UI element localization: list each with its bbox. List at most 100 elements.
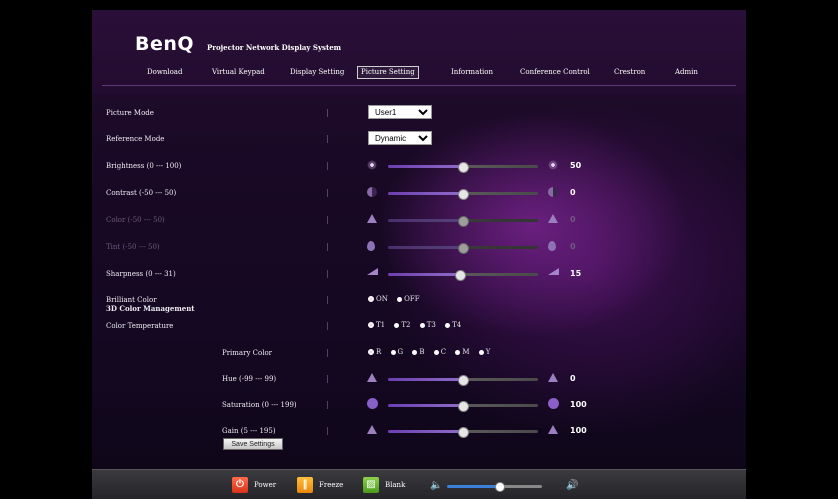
contrast-slider-thumb[interactable] — [458, 189, 469, 200]
column-divider — [327, 349, 328, 357]
brilliant-color-off-radio[interactable]: OFF — [397, 295, 420, 303]
sharpness-low-icon — [367, 268, 378, 275]
brightness-slider-thumb[interactable] — [458, 162, 469, 173]
sharpness-slider[interactable] — [388, 270, 538, 281]
nav-virtual-keypad[interactable]: Virtual Keypad — [212, 68, 265, 76]
primary-color-m-radio[interactable]: M — [455, 348, 470, 356]
volume-slider[interactable] — [447, 482, 542, 492]
gain-high-icon — [548, 425, 558, 434]
contrast-label: Contrast (-50 --- 50) — [106, 189, 177, 197]
brightness-slider[interactable] — [388, 162, 538, 173]
radio-icon — [433, 349, 439, 355]
tint-low-icon — [367, 241, 375, 251]
volume-down-icon[interactable]: 🔈 — [430, 480, 442, 491]
saturation-row: Saturation (0 --- 199) 100 — [92, 398, 746, 417]
color-temperature-row: Color Temperature T1 T2 T3 T4 — [92, 321, 746, 338]
color-slider-thumb — [458, 216, 469, 227]
brand-logo: BenQ — [135, 33, 195, 55]
nav-information[interactable]: Information — [451, 68, 493, 76]
gain-slider[interactable] — [388, 427, 538, 438]
color-row: Color (-50 --- 50) 0 — [92, 214, 746, 232]
primary-color-label: Primary Color — [222, 349, 273, 357]
reference-mode-label: Reference Mode — [106, 135, 165, 143]
brightness-value: 50 — [570, 161, 582, 170]
primary-color-g-radio[interactable]: G — [390, 348, 404, 356]
picture-mode-select[interactable]: User1 — [368, 105, 432, 119]
nav-display-setting[interactable]: Display Setting — [290, 68, 344, 76]
hue-slider[interactable] — [388, 375, 538, 386]
hue-high-icon — [548, 373, 558, 382]
hue-low-icon — [367, 373, 377, 382]
gain-row: Gain (5 --- 195) 100 — [92, 425, 746, 443]
primary-color-r-radio[interactable]: R — [368, 348, 381, 356]
gain-label: Gain (5 --- 195) — [222, 427, 276, 435]
radio-label: T2 — [401, 321, 411, 329]
main-nav: Download Virtual Keypad Display Setting … — [92, 66, 746, 82]
nav-conference-control[interactable]: Conference Control — [520, 68, 590, 76]
color-value: 0 — [570, 215, 576, 224]
app-title: Projector Network Display System — [207, 43, 342, 52]
primary-color-b-radio[interactable]: B — [412, 348, 425, 356]
radio-label: B — [419, 348, 425, 356]
hue-slider-thumb[interactable] — [458, 375, 469, 386]
color-high-icon — [548, 214, 558, 223]
nav-download[interactable]: Download — [147, 68, 182, 76]
volume-slider-thumb[interactable] — [495, 482, 506, 492]
brightness-low-icon — [367, 160, 377, 170]
sharpness-slider-thumb[interactable] — [455, 270, 466, 281]
radio-label: G — [397, 348, 404, 356]
column-divider — [327, 322, 328, 330]
contrast-row: Contrast (-50 --- 50) 0 — [92, 187, 746, 205]
primary-color-y-radio[interactable]: Y — [478, 348, 490, 356]
color-temp-t4-radio[interactable]: T4 — [445, 321, 461, 329]
contrast-slider[interactable] — [388, 189, 538, 200]
column-divider — [327, 375, 328, 383]
radio-label: T4 — [452, 321, 462, 329]
sharpness-high-icon — [548, 268, 559, 275]
tint-slider-thumb — [458, 243, 469, 254]
radio-icon — [397, 296, 403, 302]
saturation-slider[interactable] — [388, 401, 538, 412]
header: BenQ Projector Network Display System Do… — [92, 10, 746, 94]
radio-label: R — [376, 348, 382, 356]
nav-picture-setting[interactable]: Picture Setting — [357, 66, 419, 79]
radio-selected-icon — [368, 322, 374, 328]
volume-up-icon[interactable]: 🔊 — [566, 480, 578, 491]
column-divider — [327, 427, 328, 435]
nav-admin[interactable]: Admin — [675, 68, 698, 76]
radio-label: T1 — [376, 321, 386, 329]
contrast-high-icon — [548, 187, 558, 197]
brilliant-color-options: ON OFF — [368, 295, 427, 303]
saturation-slider-thumb[interactable] — [458, 401, 469, 412]
primary-color-c-radio[interactable]: C — [433, 348, 446, 356]
radio-icon — [445, 322, 451, 328]
column-divider — [327, 296, 328, 304]
color-temp-t3-radio[interactable]: T3 — [419, 321, 436, 329]
color-low-icon — [367, 214, 377, 223]
column-divider — [327, 401, 328, 409]
saturation-high-icon — [548, 398, 559, 409]
freeze-label: Freeze — [319, 481, 344, 489]
nav-crestron[interactable]: Crestron — [614, 68, 645, 76]
tint-high-icon — [548, 241, 556, 251]
reference-mode-select[interactable]: Dynamic — [368, 131, 432, 145]
saturation-value: 100 — [570, 400, 587, 409]
brightness-label: Brightness (0 --- 100) — [106, 162, 182, 170]
save-settings-button[interactable]: Save Settings — [223, 438, 283, 450]
color-temp-t2-radio[interactable]: T2 — [394, 321, 410, 329]
blank-screen-icon: ▨ — [363, 477, 379, 493]
blank-label: Blank — [385, 481, 406, 489]
radio-icon — [390, 349, 396, 355]
power-icon: ⏻ — [232, 477, 248, 493]
brilliant-color-on-radio[interactable]: ON — [368, 295, 388, 303]
gain-slider-thumb[interactable] — [458, 427, 469, 438]
radio-label: OFF — [404, 295, 420, 303]
radio-icon — [412, 349, 418, 355]
picture-mode-label: Picture Mode — [106, 109, 154, 117]
hue-value: 0 — [570, 374, 576, 383]
app-window: BenQ Projector Network Display System Do… — [92, 10, 746, 499]
color-slider — [388, 216, 538, 227]
contrast-value: 0 — [570, 188, 576, 197]
radio-selected-icon — [368, 296, 374, 302]
color-temp-t1-radio[interactable]: T1 — [368, 321, 385, 329]
